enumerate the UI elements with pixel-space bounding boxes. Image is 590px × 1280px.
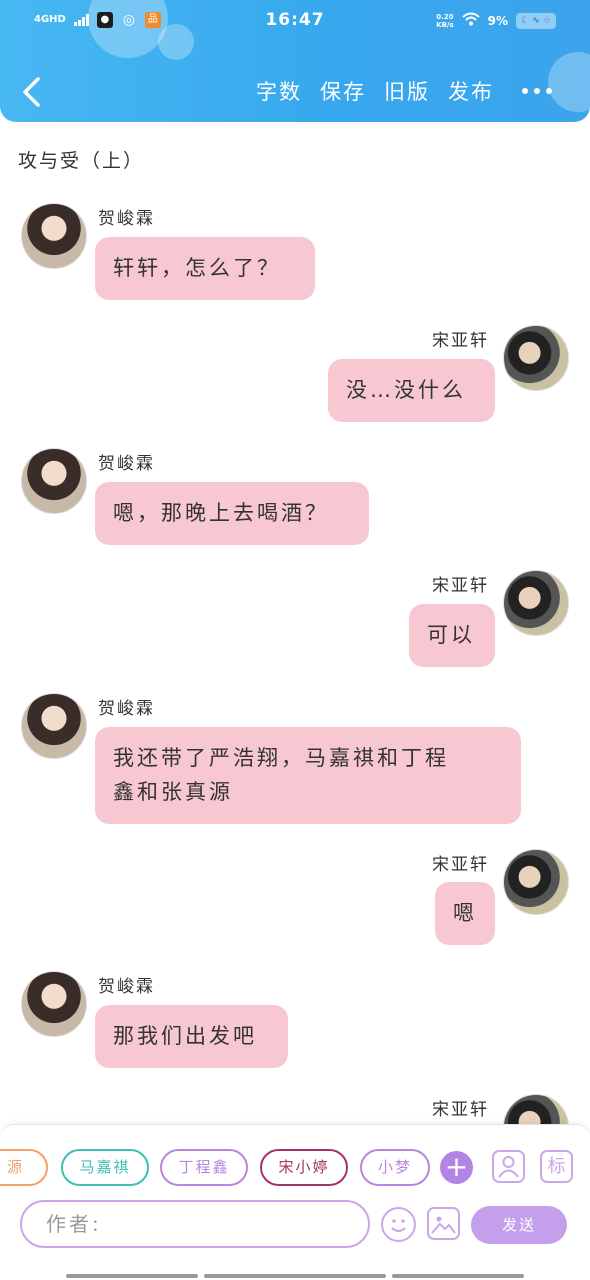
message-bubble[interactable]: 可以 <box>409 604 495 667</box>
status-bar: 4GHD ● ◎ 品 16:47 0.20 KB/s 9% ☾ ∿ ☆ <box>0 0 590 44</box>
role-manage-button[interactable] <box>492 1150 525 1183</box>
author-input[interactable] <box>20 1200 370 1248</box>
sender-name: 贺峻霖 <box>98 977 155 997</box>
sender-name: 贺峻霖 <box>98 209 155 229</box>
word-count-button[interactable]: 字数 <box>256 76 302 106</box>
send-button[interactable]: 发送 <box>471 1206 567 1244</box>
gesture-bar <box>66 1274 198 1278</box>
header-actions: 字数 保存 旧版 发布 <box>256 76 494 106</box>
message-text: 鑫和张真源 <box>113 780 233 804</box>
chip-label: 源 <box>6 1158 24 1176</box>
message-bubble[interactable]: 没…没什么 <box>328 359 495 422</box>
role-chip[interactable]: 源 <box>0 1149 48 1186</box>
message-bubble[interactable]: 嗯，那晚上去喝酒？ <box>95 482 369 545</box>
image-button[interactable] <box>427 1207 460 1240</box>
message-bubble[interactable]: 我还带了严浩翔，马嘉祺和丁程 鑫和张真源 <box>95 727 521 824</box>
person-icon <box>498 1156 519 1178</box>
chevron-left-icon <box>23 77 40 107</box>
message-bubble[interactable]: 轩轩，怎么了？ <box>95 237 315 300</box>
sender-name: 贺峻霖 <box>98 454 155 474</box>
message-text: 没…没什么 <box>346 378 466 402</box>
more-dot <box>546 88 552 94</box>
more-dot <box>534 88 540 94</box>
avatar[interactable] <box>21 203 87 269</box>
tag-button[interactable]: 标 <box>540 1150 573 1183</box>
avatar[interactable] <box>21 693 87 759</box>
battery-percent: 9% <box>487 13 508 28</box>
chapter-title: 攻与受（上） <box>18 150 145 172</box>
avatar[interactable] <box>21 448 87 514</box>
gesture-bar <box>204 1274 386 1278</box>
network-speed: 0.20 KB/s <box>436 12 454 29</box>
sender-name: 宋亚轩 <box>432 1100 489 1120</box>
message-text: 嗯 <box>453 901 477 925</box>
message-text: 嗯，那晚上去喝酒？ <box>113 501 329 525</box>
add-role-button[interactable]: + <box>440 1151 473 1184</box>
tag-label: 标 <box>547 1156 566 1177</box>
publish-button[interactable]: 发布 <box>448 76 494 106</box>
role-chip[interactable]: 宋小婷 <box>260 1149 348 1186</box>
chip-label: 小梦 <box>377 1158 412 1176</box>
message-text: 轩轩，怎么了？ <box>113 256 281 280</box>
avatar[interactable] <box>21 971 87 1037</box>
chip-label: 丁程鑫 <box>178 1158 230 1176</box>
app-header: 4GHD ● ◎ 品 16:47 0.20 KB/s 9% ☾ ∿ ☆ 字数 保存… <box>0 0 590 122</box>
avatar[interactable] <box>503 570 569 636</box>
message-text: 那我们出发吧 <box>113 1024 257 1048</box>
wifi-icon <box>461 12 480 29</box>
message-text: 我还带了严浩翔，马嘉祺和丁程 <box>113 746 449 770</box>
gesture-bar <box>392 1274 524 1278</box>
more-dots-icon <box>522 88 528 94</box>
chip-label: 宋小婷 <box>278 1158 330 1176</box>
message-bubble[interactable]: 那我们出发吧 <box>95 1005 288 1068</box>
role-chip[interactable]: 小梦 <box>360 1149 430 1186</box>
emoji-button[interactable] <box>381 1207 416 1242</box>
avatar[interactable] <box>503 325 569 391</box>
plus-icon: + <box>444 1150 469 1183</box>
battery-icon: ☾ ∿ ☆ <box>516 12 556 29</box>
sender-name: 贺峻霖 <box>98 699 155 719</box>
sender-name: 宋亚轩 <box>432 576 489 596</box>
composer-panel: 源 马嘉祺 丁程鑫 宋小婷 小梦 + 标 发送 <box>0 1124 590 1280</box>
old-version-button[interactable]: 旧版 <box>384 76 430 106</box>
sender-name: 宋亚轩 <box>432 331 489 351</box>
role-chip[interactable]: 马嘉祺 <box>61 1149 149 1186</box>
more-button[interactable] <box>522 88 552 94</box>
save-button[interactable]: 保存 <box>320 76 366 106</box>
message-text: 可以 <box>427 623 475 647</box>
smiley-icon <box>391 1219 406 1232</box>
image-icon <box>431 1216 456 1234</box>
chip-label: 马嘉祺 <box>79 1158 131 1176</box>
role-chip[interactable]: 丁程鑫 <box>160 1149 248 1186</box>
avatar[interactable] <box>503 849 569 915</box>
sender-name: 宋亚轩 <box>432 855 489 875</box>
message-bubble[interactable]: 嗯 <box>435 882 495 945</box>
decor-bubble <box>548 52 590 112</box>
back-button[interactable] <box>18 74 46 110</box>
